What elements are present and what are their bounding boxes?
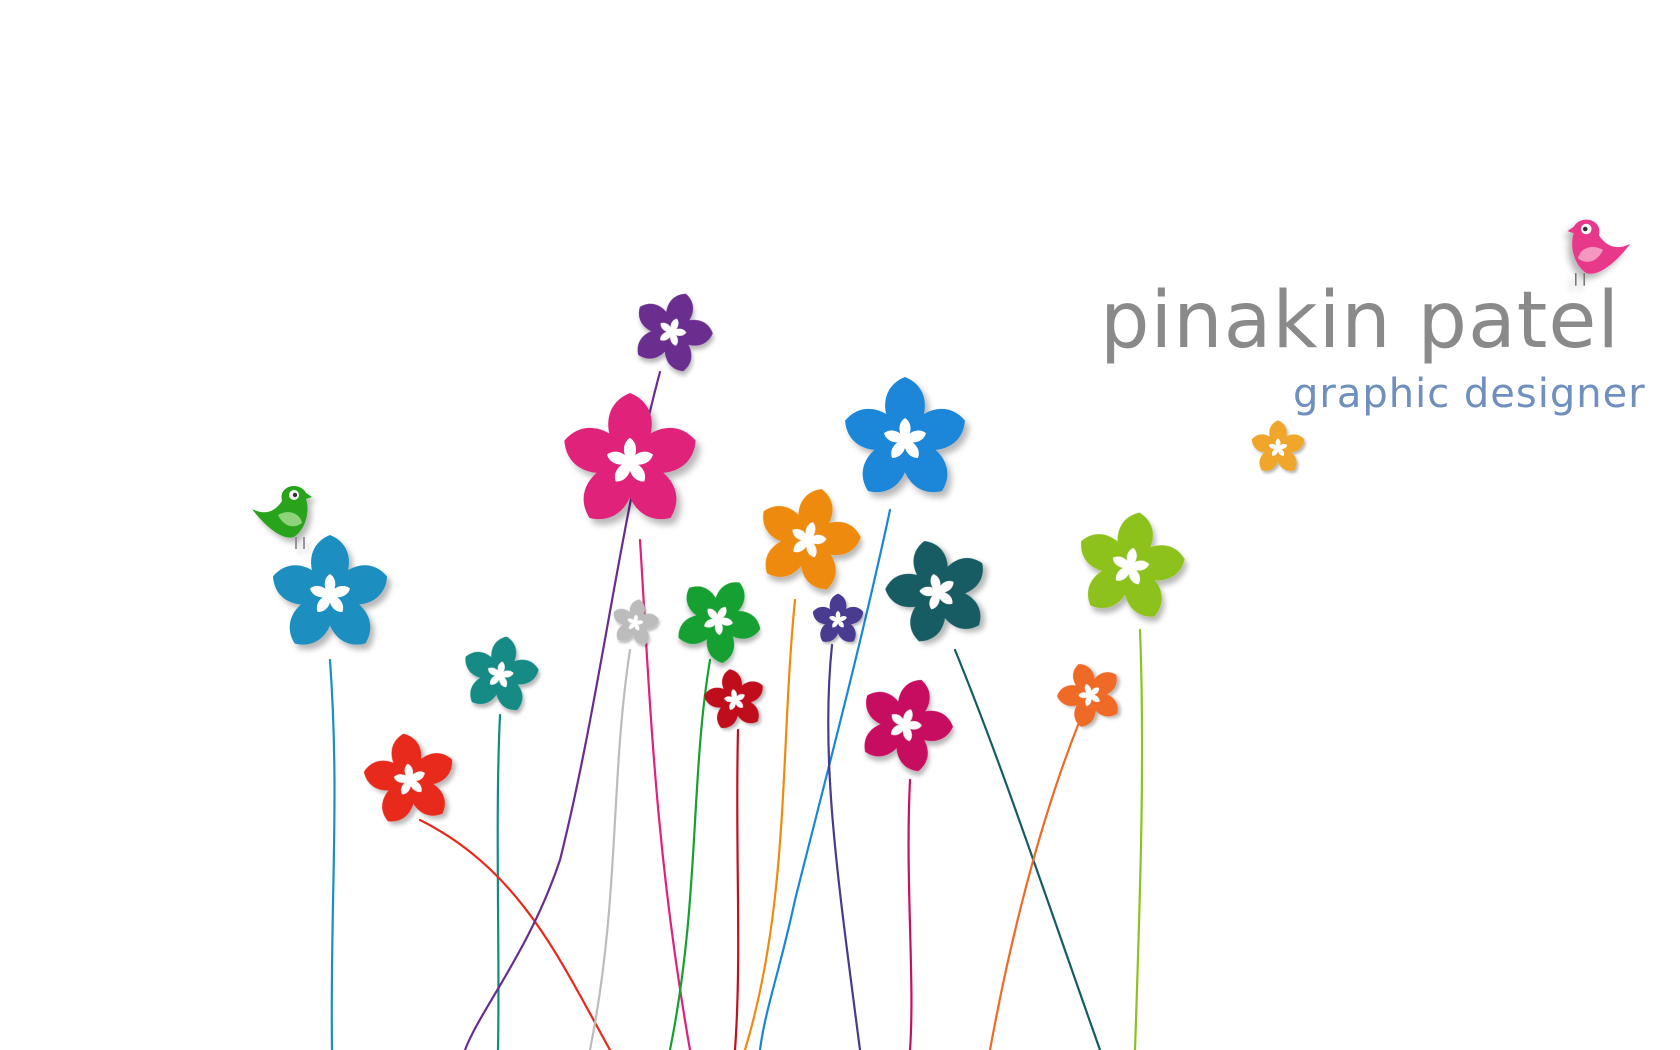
flower-stem <box>988 718 1082 1050</box>
designer-title: graphic designer <box>1293 371 1646 417</box>
flower-stem <box>328 658 336 1050</box>
flower-garden-illustration <box>252 219 1631 1050</box>
flower-icon <box>672 575 764 665</box>
flower-stem <box>588 648 632 1050</box>
flower-stem <box>1133 628 1144 1050</box>
flower-icon <box>610 598 660 648</box>
flower-icon <box>1249 420 1307 476</box>
designer-name: pinakin patel <box>1100 276 1621 366</box>
flower-icon <box>856 674 954 776</box>
flower-icon <box>1056 660 1124 730</box>
flower-stem <box>496 713 502 1050</box>
bird-icon <box>252 486 312 549</box>
flower-icon <box>754 484 862 596</box>
flower-stem <box>758 508 892 1050</box>
flower-icon <box>884 536 992 648</box>
flower-icon <box>557 393 703 531</box>
flower-stem <box>743 598 797 1050</box>
flower-stem <box>733 728 740 1050</box>
flower-icon <box>1073 509 1188 625</box>
flower-stem <box>418 818 612 1050</box>
flower-icon <box>810 593 866 647</box>
wallpaper: pinakin patel graphic designer <box>0 0 1680 1050</box>
flower-stem <box>907 778 913 1050</box>
flower-icon <box>838 377 972 503</box>
flower-stem <box>668 658 712 1050</box>
flower-icon <box>267 535 393 655</box>
flower-icon <box>630 289 714 375</box>
flower-icon <box>361 731 459 829</box>
flower-icon <box>459 634 541 716</box>
